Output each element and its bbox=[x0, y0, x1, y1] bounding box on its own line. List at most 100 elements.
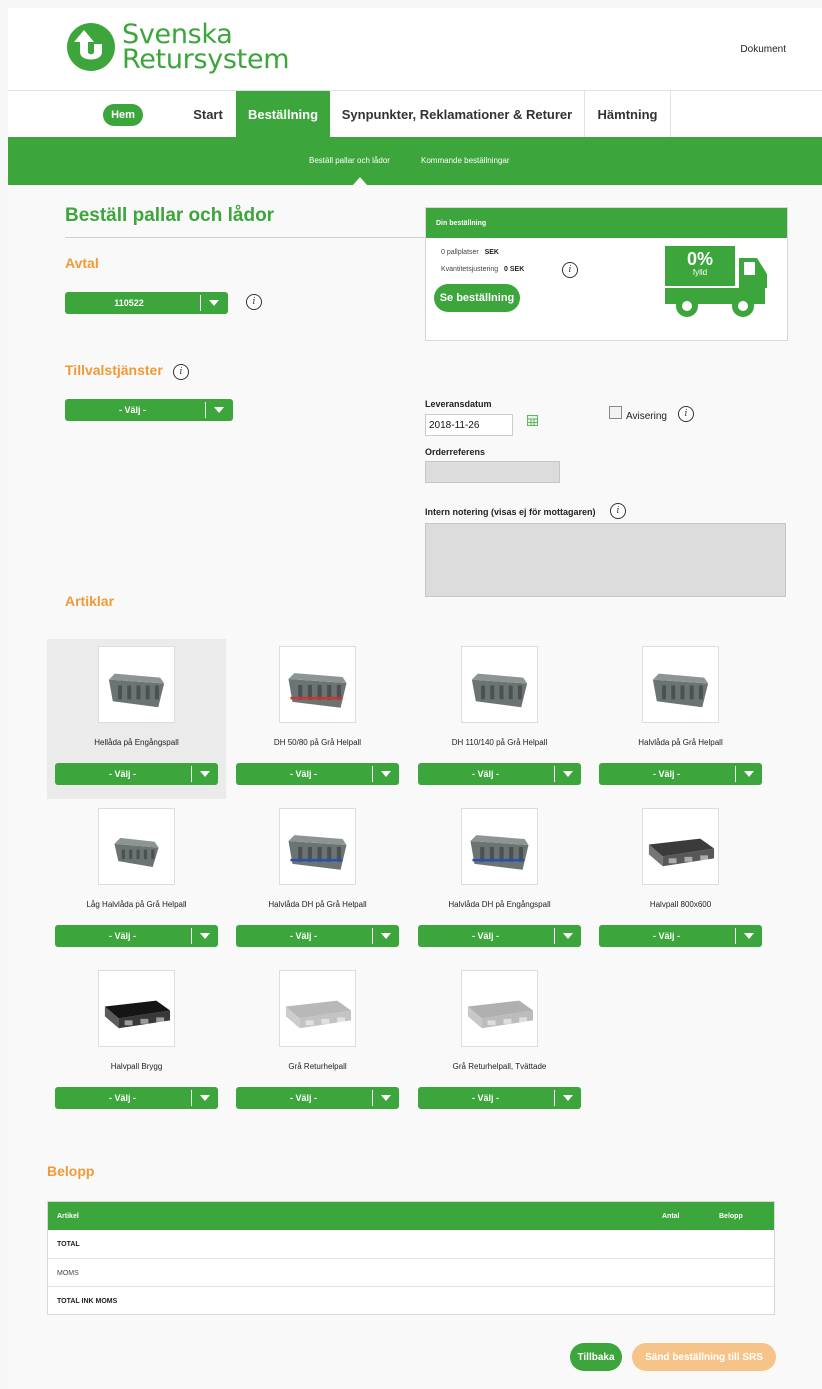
nav-bestallning[interactable]: Beställning bbox=[236, 91, 330, 138]
nav-hamtning[interactable]: Hämtning bbox=[585, 91, 670, 138]
article-quantity-select[interactable]: - Välj - bbox=[418, 925, 581, 947]
article-image[interactable] bbox=[98, 970, 175, 1047]
nav-start[interactable]: Start bbox=[180, 91, 236, 138]
select-divider bbox=[735, 766, 736, 782]
logo-line-2: Retursystem bbox=[122, 44, 290, 75]
article-photo bbox=[471, 673, 528, 708]
article-image[interactable] bbox=[98, 808, 175, 885]
truck-label: fylld bbox=[692, 268, 708, 277]
chevron-down-icon bbox=[200, 933, 210, 939]
article-image[interactable] bbox=[279, 970, 356, 1047]
nav-hem-label: Hem bbox=[103, 103, 143, 126]
avtal-select[interactable]: 110522 bbox=[65, 292, 228, 314]
article-image[interactable] bbox=[461, 808, 538, 885]
article-select-value: - Välj - bbox=[289, 1093, 317, 1103]
truck-percent: 0% bbox=[686, 249, 713, 269]
article-image[interactable] bbox=[461, 970, 538, 1047]
article-card: DH 110/140 på Grå Helpall - Välj - bbox=[410, 639, 589, 799]
article-card: Halvpall 800x600 - Välj - bbox=[591, 801, 770, 961]
select-divider bbox=[372, 766, 373, 782]
kvantitet-value: 0 SEK bbox=[504, 266, 525, 273]
article-photo bbox=[114, 837, 159, 868]
article-card: Grå Returhelpall, Tvättade - Välj - bbox=[410, 963, 589, 1123]
leverans-label: Leveransdatum bbox=[425, 399, 492, 409]
article-card: Grå Returhelpall - Välj - bbox=[228, 963, 407, 1123]
kvantitet-info-icon[interactable]: i bbox=[562, 262, 578, 278]
article-image[interactable] bbox=[461, 646, 538, 723]
article-quantity-select[interactable]: - Välj - bbox=[418, 1087, 581, 1109]
leverans-date-input[interactable]: 2018-11-26 bbox=[425, 414, 513, 436]
orderref-label: Orderreferens bbox=[425, 447, 486, 457]
article-name: Halvlåda DH på Grå Helpall bbox=[268, 900, 367, 909]
article-quantity-select[interactable]: - Välj - bbox=[236, 763, 399, 785]
intern-textarea[interactable] bbox=[425, 523, 786, 597]
article-quantity-select[interactable]: - Välj - bbox=[55, 763, 218, 785]
article-quantity-select[interactable]: - Välj - bbox=[236, 1087, 399, 1109]
select-divider bbox=[554, 1090, 555, 1106]
select-divider bbox=[554, 766, 555, 782]
intern-label: Intern notering (visas ej för mottagaren… bbox=[425, 507, 596, 517]
col-artikel: Artikel bbox=[57, 1213, 79, 1220]
tillval-select[interactable]: - Välj - bbox=[65, 399, 233, 421]
subnav-kommande[interactable]: Kommande beställningar bbox=[421, 156, 510, 165]
avisering-checkbox[interactable] bbox=[609, 406, 622, 419]
article-photo bbox=[108, 673, 165, 708]
tillbaka-button[interactable]: Tillbaka bbox=[570, 1343, 622, 1371]
article-quantity-select[interactable]: - Välj - bbox=[418, 763, 581, 785]
chevron-down-icon bbox=[209, 300, 219, 306]
article-card: Låg Halvlåda på Grå Helpall - Välj - bbox=[47, 801, 226, 961]
sand-bestallning-button[interactable]: Sänd beställning till SRS bbox=[632, 1343, 776, 1371]
article-select-value: - Välj - bbox=[652, 769, 680, 779]
tillval-heading: Tillvalstjänster bbox=[65, 362, 163, 378]
article-image[interactable] bbox=[279, 808, 356, 885]
article-select-value: - Välj - bbox=[289, 931, 317, 941]
calendar-icon[interactable] bbox=[527, 415, 538, 426]
avtal-info-icon[interactable]: i bbox=[246, 294, 262, 310]
select-divider bbox=[372, 1090, 373, 1106]
col-antal: Antal bbox=[662, 1213, 680, 1220]
article-card: Halvlåda på Grå Helpall - Välj - bbox=[591, 639, 770, 799]
pallplatser-value: SEK bbox=[484, 249, 499, 256]
article-quantity-select[interactable]: - Välj - bbox=[55, 1087, 218, 1109]
avisering-info-icon[interactable]: i bbox=[678, 406, 694, 422]
article-name: Grå Returhelpall bbox=[288, 1062, 347, 1071]
select-divider bbox=[200, 295, 201, 311]
kvantitet-row: Kvantitetsjustering 0 SEK bbox=[441, 266, 524, 273]
chevron-down-icon bbox=[563, 1095, 573, 1101]
avisering-label: Avisering bbox=[626, 411, 667, 422]
article-name: Halvpall 800x600 bbox=[649, 900, 712, 909]
article-quantity-select[interactable]: - Välj - bbox=[55, 925, 218, 947]
intern-info-icon[interactable]: i bbox=[610, 503, 626, 519]
chevron-down-icon bbox=[200, 1095, 210, 1101]
site-header: Svenska Retursystem Dokument bbox=[8, 8, 822, 90]
table-header: Artikel Antal Belopp bbox=[48, 1202, 774, 1230]
tillval-info-icon[interactable]: i bbox=[173, 364, 189, 380]
chevron-down-icon bbox=[200, 771, 210, 777]
subnav-bestall[interactable]: Beställ pallar och lådor bbox=[309, 156, 390, 165]
article-image[interactable] bbox=[642, 646, 719, 723]
article-select-value: - Välj - bbox=[289, 769, 317, 779]
logo[interactable]: Svenska Retursystem bbox=[66, 21, 290, 75]
page-title: Beställ pallar och lådor bbox=[65, 205, 275, 226]
article-name: Grå Returhelpall, Tvättade bbox=[452, 1062, 547, 1071]
article-quantity-select[interactable]: - Välj - bbox=[599, 763, 762, 785]
order-summary-box: Din beställning 0 pallplatser SEK Kvanti… bbox=[425, 207, 788, 341]
article-quantity-select[interactable]: - Välj - bbox=[236, 925, 399, 947]
se-bestallning-button[interactable]: Se beställning bbox=[434, 284, 520, 312]
article-card: DH 50/80 på Grå Helpall - Välj - bbox=[228, 639, 407, 799]
article-select-value: - Välj - bbox=[471, 931, 499, 941]
select-divider bbox=[735, 928, 736, 944]
orderref-input[interactable] bbox=[425, 461, 560, 483]
dokument-link[interactable]: Dokument bbox=[740, 44, 786, 55]
article-quantity-select[interactable]: - Välj - bbox=[599, 925, 762, 947]
article-image[interactable] bbox=[642, 808, 719, 885]
article-name: DH 50/80 på Grå Helpall bbox=[273, 738, 362, 747]
nav-hem[interactable]: Hem bbox=[98, 91, 148, 138]
article-image[interactable] bbox=[279, 646, 356, 723]
article-image[interactable] bbox=[98, 646, 175, 723]
kvantitet-label: Kvantitetsjustering bbox=[441, 266, 499, 273]
title-divider bbox=[65, 237, 428, 238]
article-name: Halvlåda på Grå Helpall bbox=[638, 738, 723, 747]
article-select-value: - Välj - bbox=[652, 931, 680, 941]
nav-synpunkter[interactable]: Synpunkter, Reklamationer & Returer bbox=[330, 91, 584, 138]
